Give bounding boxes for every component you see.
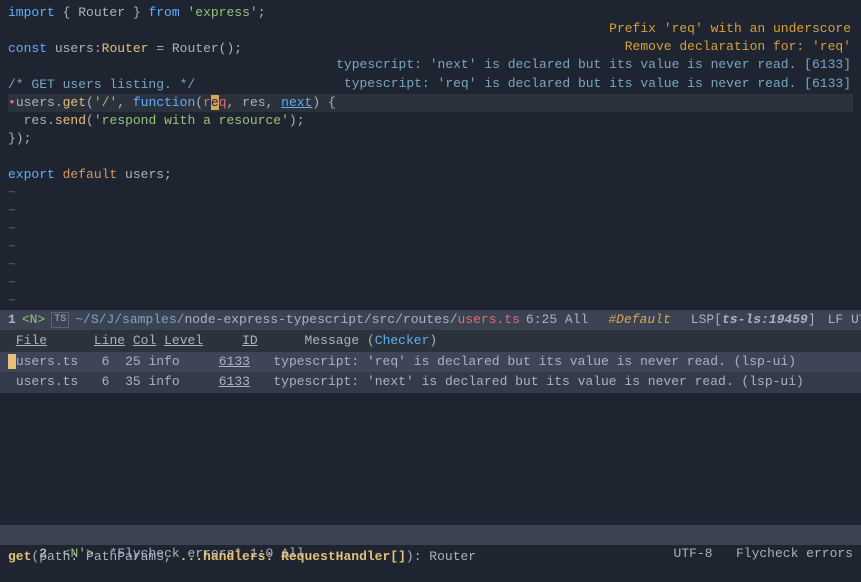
filetype-icon: TS <box>51 312 69 328</box>
code-line-10[interactable]: export default users; <box>8 166 853 184</box>
perspective-name: #Default <box>608 311 670 329</box>
file-path: ~/S/J/samples/node-express-typescript/sr… <box>75 311 520 329</box>
code-line-9[interactable] <box>8 148 853 166</box>
lsp-status: LSP[ts-ls:19459] <box>691 311 816 329</box>
window-number: 1 <box>8 311 16 329</box>
encoding: UTF-8 <box>674 546 713 561</box>
hint-remove-declaration: Remove declaration for: 'req' <box>336 38 851 56</box>
code-editor[interactable]: Prefix 'req' with an underscore Remove d… <box>0 0 861 310</box>
cursor: e <box>211 95 219 110</box>
flycheck-header: File Line Col Level ID Message (Checker) <box>0 330 861 352</box>
cursor-position: 6:25 All <box>526 311 588 329</box>
code-line-7[interactable]: res.send('respond with a resource'); <box>8 112 853 130</box>
code-line-6-current[interactable]: •users.get('/', function(req, res, next)… <box>8 94 853 112</box>
empty-line-tilde: ~ <box>8 220 853 238</box>
empty-line-tilde: ~ <box>8 256 853 274</box>
empty-line-tilde: ~ <box>8 184 853 202</box>
empty-line-tilde: ~ <box>8 202 853 220</box>
flycheck-errors-panel[interactable]: File Line Col Level ID Message (Checker)… <box>0 330 861 525</box>
empty-line-tilde: ~ <box>8 274 853 292</box>
major-mode: Flycheck errors <box>736 546 853 561</box>
modeline-flycheck[interactable]: 2 <N'> *Flycheck errors* 1:0 All UTF-8 F… <box>0 525 861 545</box>
evil-mode-indicator: <N> <box>22 311 45 329</box>
flycheck-error-row[interactable]: users.ts 6 35 info 6133 typescript: 'nex… <box>0 372 861 392</box>
modeline-editor[interactable]: 1 <N> TS ~/S/J/samples/node-express-type… <box>0 310 861 330</box>
empty-line-tilde: ~ <box>8 238 853 256</box>
flycheck-error-row[interactable]: users.ts 6 25 info 6133 typescript: 'req… <box>0 352 861 372</box>
hint-next-unused: typescript: 'next' is declared but its v… <box>336 56 851 74</box>
code-line-8[interactable]: }); <box>8 130 853 148</box>
diagnostic-hints: Prefix 'req' with an underscore Remove d… <box>336 20 851 93</box>
hint-req-unused: typescript: 'req' is declared but its va… <box>336 75 851 93</box>
empty-line-tilde: ~ <box>8 292 853 310</box>
encoding: LF UTF-8 <box>828 311 861 329</box>
hint-prefix-underscore: Prefix 'req' with an underscore <box>336 20 851 38</box>
